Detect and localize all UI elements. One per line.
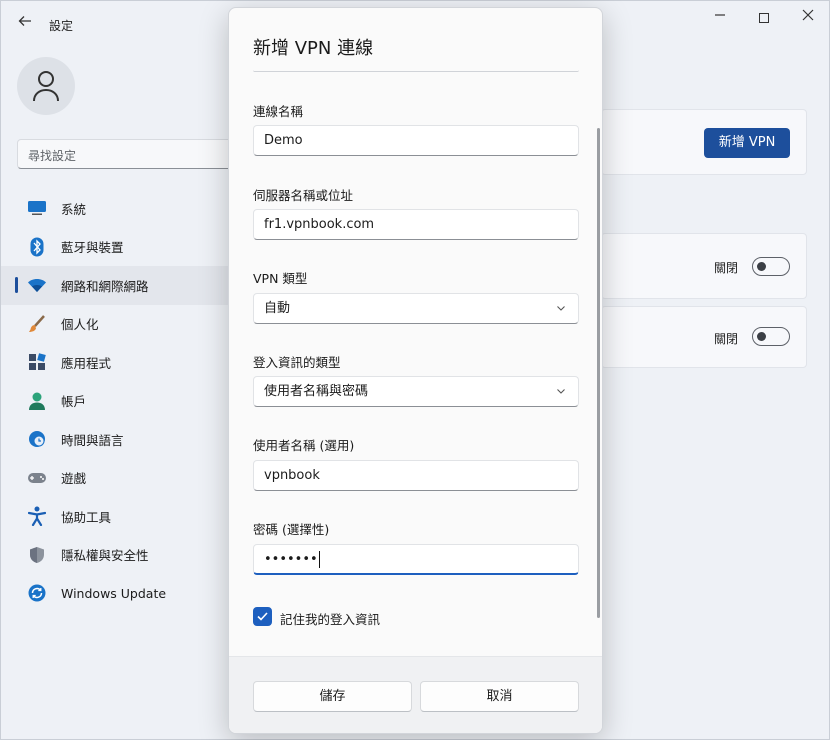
server-value: fr1.vpnbook.com — [264, 217, 375, 232]
add-vpn-button[interactable]: 新增 VPN — [704, 128, 790, 158]
close-button[interactable] — [795, 9, 821, 27]
brush-icon — [27, 314, 47, 334]
sidebar-item-windows-update[interactable]: Windows Update — [1, 574, 231, 613]
close-icon — [802, 9, 814, 21]
app-title: 設定 — [49, 19, 74, 33]
dialog-scroll-edge — [253, 70, 579, 72]
sidebar-item-apps[interactable]: 應用程式 — [1, 343, 231, 382]
server-input[interactable]: fr1.vpnbook.com — [253, 209, 579, 240]
sidebar-item-privacy[interactable]: 隱私權與安全性 — [1, 536, 231, 575]
text-cursor — [318, 551, 320, 568]
sidebar-item-bluetooth[interactable]: 藍牙與裝置 — [1, 228, 231, 267]
minimize-button[interactable] — [707, 9, 733, 27]
remember-checkbox[interactable] — [253, 607, 272, 626]
person-icon — [27, 391, 47, 411]
connection-name-value: Demo — [264, 133, 303, 148]
sidebar-item-system[interactable]: 系統 — [1, 189, 231, 228]
signin-type-label: 登入資訊的類型 — [253, 355, 341, 370]
arrow-left-icon — [18, 16, 31, 26]
vpn-type-value: 自動 — [264, 301, 291, 316]
signin-type-value: 使用者名稱與密碼 — [264, 384, 369, 399]
add-vpn-dialog: 新增 VPN 連線 連線名稱 Demo 伺服器名稱或位址 fr1.vpnbook… — [228, 7, 603, 734]
person-outline-icon — [33, 71, 59, 102]
signin-type-select[interactable]: 使用者名稱與密碼 — [253, 376, 579, 407]
connection-name-input[interactable]: Demo — [253, 125, 579, 156]
sidebar-item-network[interactable]: 網路和網際網路 — [1, 266, 231, 305]
sidebar-item-personalization[interactable]: 個人化 — [1, 305, 231, 344]
sidebar-item-gaming[interactable]: 遊戲 — [1, 459, 231, 498]
vpn-type-label: VPN 類型 — [253, 271, 308, 286]
vpn-type-select[interactable]: 自動 — [253, 293, 579, 324]
clock-globe-icon — [27, 429, 47, 449]
wifi-icon — [27, 275, 47, 295]
password-input[interactable]: ••••••• — [253, 544, 579, 575]
toggle-switch[interactable] — [752, 327, 790, 346]
accessibility-icon — [27, 506, 47, 527]
connection-name-label: 連線名稱 — [253, 104, 304, 119]
sidebar-item-accounts[interactable]: 帳戶 — [1, 382, 231, 421]
dialog-footer: 儲存 取消 — [229, 656, 602, 733]
chevron-down-icon — [556, 377, 566, 418]
username-value: vpnbook — [264, 468, 320, 483]
search-placeholder: 尋找設定 — [28, 149, 77, 163]
shield-icon — [27, 545, 47, 565]
username-input[interactable]: vpnbook — [253, 460, 579, 491]
remember-label: 記住我的登入資訊 — [280, 612, 381, 627]
toggle-state-label: 關閉 — [714, 332, 739, 346]
cancel-button[interactable]: 取消 — [420, 681, 579, 712]
password-value: ••••••• — [264, 552, 318, 567]
maximize-button[interactable] — [751, 9, 777, 27]
toggle-state-label: 關閉 — [714, 261, 739, 275]
apps-icon — [27, 352, 47, 372]
checkmark-icon — [257, 612, 268, 621]
gamepad-icon — [27, 468, 47, 488]
chevron-down-icon — [556, 294, 566, 335]
maximize-icon — [759, 12, 769, 23]
bluetooth-icon — [27, 237, 47, 257]
avatar[interactable] — [17, 57, 75, 115]
password-label: 密碼 (選擇性) — [253, 522, 330, 537]
search-input[interactable]: 尋找設定 — [17, 139, 232, 169]
monitor-icon — [27, 198, 47, 218]
server-label: 伺服器名稱或位址 — [253, 188, 354, 203]
sidebar-item-accessibility[interactable]: 協助工具 — [1, 497, 231, 536]
save-button[interactable]: 儲存 — [253, 681, 412, 712]
sidebar-nav: 系統 藍牙與裝置 網路和網際網路 個人化 應用程式 帳戶 時間與語言 遊戲 協助… — [1, 189, 231, 613]
toggle-switch[interactable] — [752, 257, 790, 276]
back-button[interactable] — [13, 11, 37, 35]
dialog-title: 新增 VPN 連線 — [253, 38, 374, 59]
sidebar-item-time-language[interactable]: 時間與語言 — [1, 420, 231, 459]
minimize-icon — [715, 14, 725, 16]
username-label: 使用者名稱 (選用) — [253, 438, 355, 453]
scrollbar[interactable] — [597, 128, 600, 618]
update-icon — [27, 583, 47, 603]
